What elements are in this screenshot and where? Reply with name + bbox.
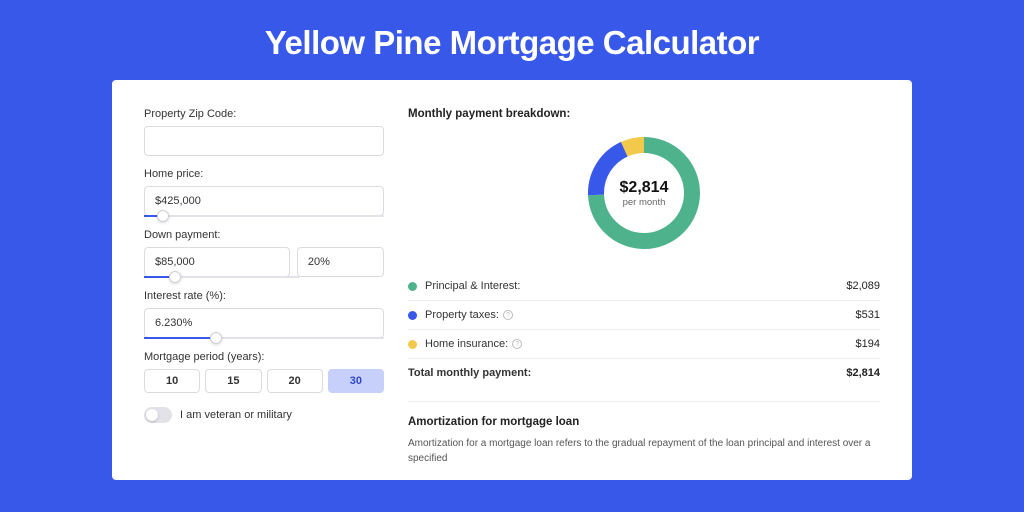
- donut-sub: per month: [623, 197, 666, 208]
- interest-rate-label: Interest rate (%):: [144, 290, 384, 302]
- breakdown-total-row: Total monthly payment:$2,814: [408, 359, 880, 387]
- breakdown-row: Property taxes:?$531: [408, 301, 880, 330]
- field-home-price: Home price:: [144, 168, 384, 217]
- legend-dot-icon: [408, 311, 417, 320]
- field-down-payment: Down payment:: [144, 229, 384, 278]
- info-icon[interactable]: ?: [512, 339, 522, 349]
- total-label: Total monthly payment:: [408, 367, 846, 379]
- down-payment-input[interactable]: [144, 247, 290, 277]
- field-mortgage-period: Mortgage period (years): 10152030: [144, 351, 384, 393]
- breakdown-label: Property taxes:?: [425, 309, 856, 321]
- zip-input[interactable]: [144, 126, 384, 156]
- breakdown-row: Principal & Interest:$2,089: [408, 272, 880, 301]
- breakdown-panel: Monthly payment breakdown: $2,814 per mo…: [408, 108, 880, 452]
- calculator-card: Property Zip Code: Home price: Down paym…: [112, 80, 912, 480]
- field-zip: Property Zip Code:: [144, 108, 384, 156]
- home-price-label: Home price:: [144, 168, 384, 180]
- total-value: $2,814: [846, 367, 880, 379]
- breakdown-title: Monthly payment breakdown:: [408, 108, 880, 120]
- home-price-slider[interactable]: [144, 215, 384, 217]
- down-payment-slider[interactable]: [144, 276, 300, 278]
- zip-label: Property Zip Code:: [144, 108, 384, 120]
- veteran-toggle-row: I am veteran or military: [144, 407, 384, 423]
- toggle-knob-icon: [146, 409, 158, 421]
- breakdown-value: $531: [856, 309, 880, 321]
- period-button-30[interactable]: 30: [328, 369, 384, 393]
- donut-total: $2,814: [620, 179, 669, 197]
- legend-dot-icon: [408, 340, 417, 349]
- breakdown-row: Home insurance:?$194: [408, 330, 880, 359]
- breakdown-value: $2,089: [846, 280, 880, 292]
- period-button-20[interactable]: 20: [267, 369, 323, 393]
- amortization-title: Amortization for mortgage loan: [408, 416, 880, 428]
- period-button-15[interactable]: 15: [205, 369, 261, 393]
- breakdown-label: Home insurance:?: [425, 338, 856, 350]
- field-interest-rate: Interest rate (%):: [144, 290, 384, 339]
- info-icon[interactable]: ?: [503, 310, 513, 320]
- home-price-input[interactable]: [144, 186, 384, 216]
- veteran-label: I am veteran or military: [180, 409, 292, 421]
- form-panel: Property Zip Code: Home price: Down paym…: [144, 108, 384, 452]
- page-header: Yellow Pine Mortgage Calculator: [0, 0, 1024, 80]
- interest-rate-slider[interactable]: [144, 337, 384, 339]
- interest-rate-input[interactable]: [144, 308, 384, 338]
- breakdown-label: Principal & Interest:: [425, 280, 846, 292]
- veteran-toggle[interactable]: [144, 407, 172, 423]
- down-payment-label: Down payment:: [144, 229, 384, 241]
- period-button-10[interactable]: 10: [144, 369, 200, 393]
- page-title: Yellow Pine Mortgage Calculator: [0, 24, 1024, 62]
- breakdown-donut-chart: $2,814 per month: [583, 132, 705, 254]
- breakdown-value: $194: [856, 338, 880, 350]
- divider: [408, 401, 880, 402]
- down-payment-pct-input[interactable]: [297, 247, 384, 277]
- amortization-body: Amortization for a mortgage loan refers …: [408, 436, 880, 466]
- mortgage-period-label: Mortgage period (years):: [144, 351, 384, 363]
- legend-dot-icon: [408, 282, 417, 291]
